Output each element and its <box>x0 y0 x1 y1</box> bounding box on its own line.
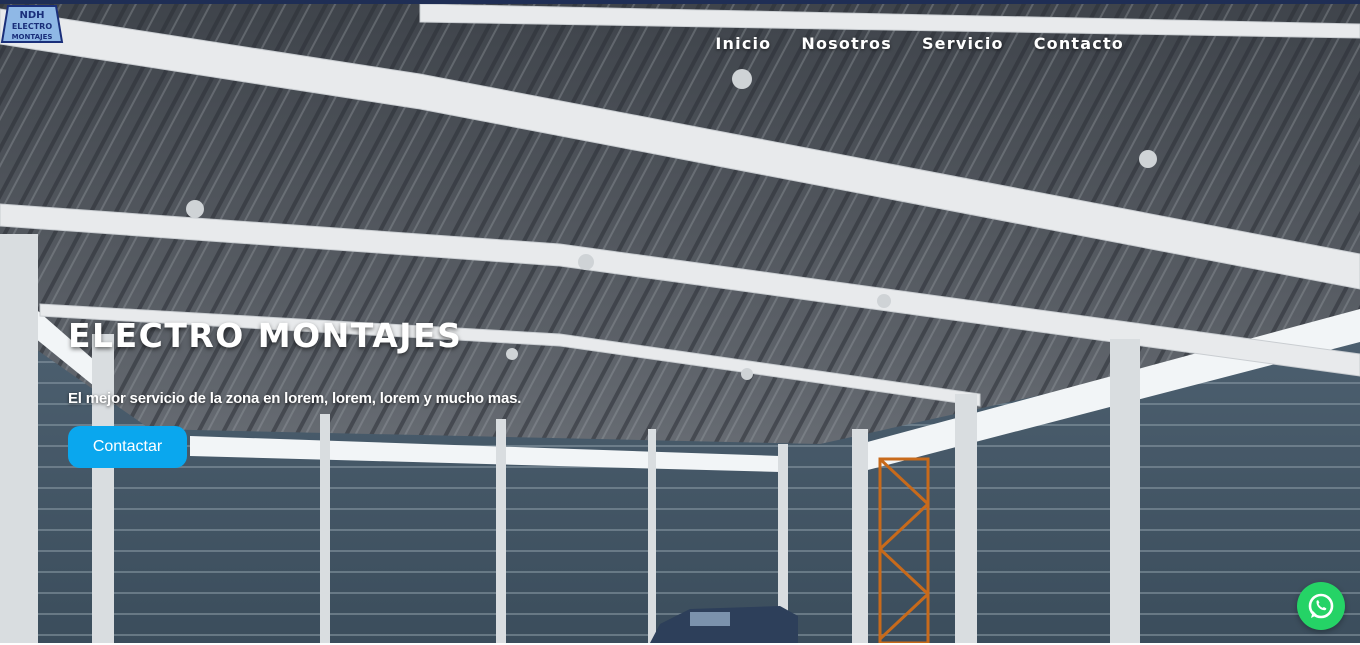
nav-link-servicio[interactable]: Servicio <box>922 34 1004 53</box>
whatsapp-icon <box>1308 593 1334 619</box>
nav-link-nosotros[interactable]: Nosotros <box>801 34 892 53</box>
nav-link-contacto[interactable]: Contacto <box>1034 34 1124 53</box>
logo-text-top: NDH <box>19 10 44 21</box>
whatsapp-button[interactable] <box>1297 582 1345 630</box>
contactar-button[interactable]: Contactar <box>68 426 187 468</box>
brand-logo[interactable]: NDH ELECTRO MONTAJES <box>0 4 64 44</box>
nav-link-inicio[interactable]: Inicio <box>715 34 771 53</box>
logo-text-mid: ELECTRO <box>12 22 53 31</box>
hero-title: ELECTRO MONTAJES <box>68 316 463 355</box>
hero-subtitle: El mejor servicio de la zona en lorem, l… <box>68 390 522 407</box>
hero-section: NDH ELECTRO MONTAJES Inicio Nosotros Ser… <box>0 4 1360 643</box>
logo-text-bottom: MONTAJES <box>12 33 53 41</box>
main-nav: Inicio Nosotros Servicio Contacto <box>715 34 1124 53</box>
